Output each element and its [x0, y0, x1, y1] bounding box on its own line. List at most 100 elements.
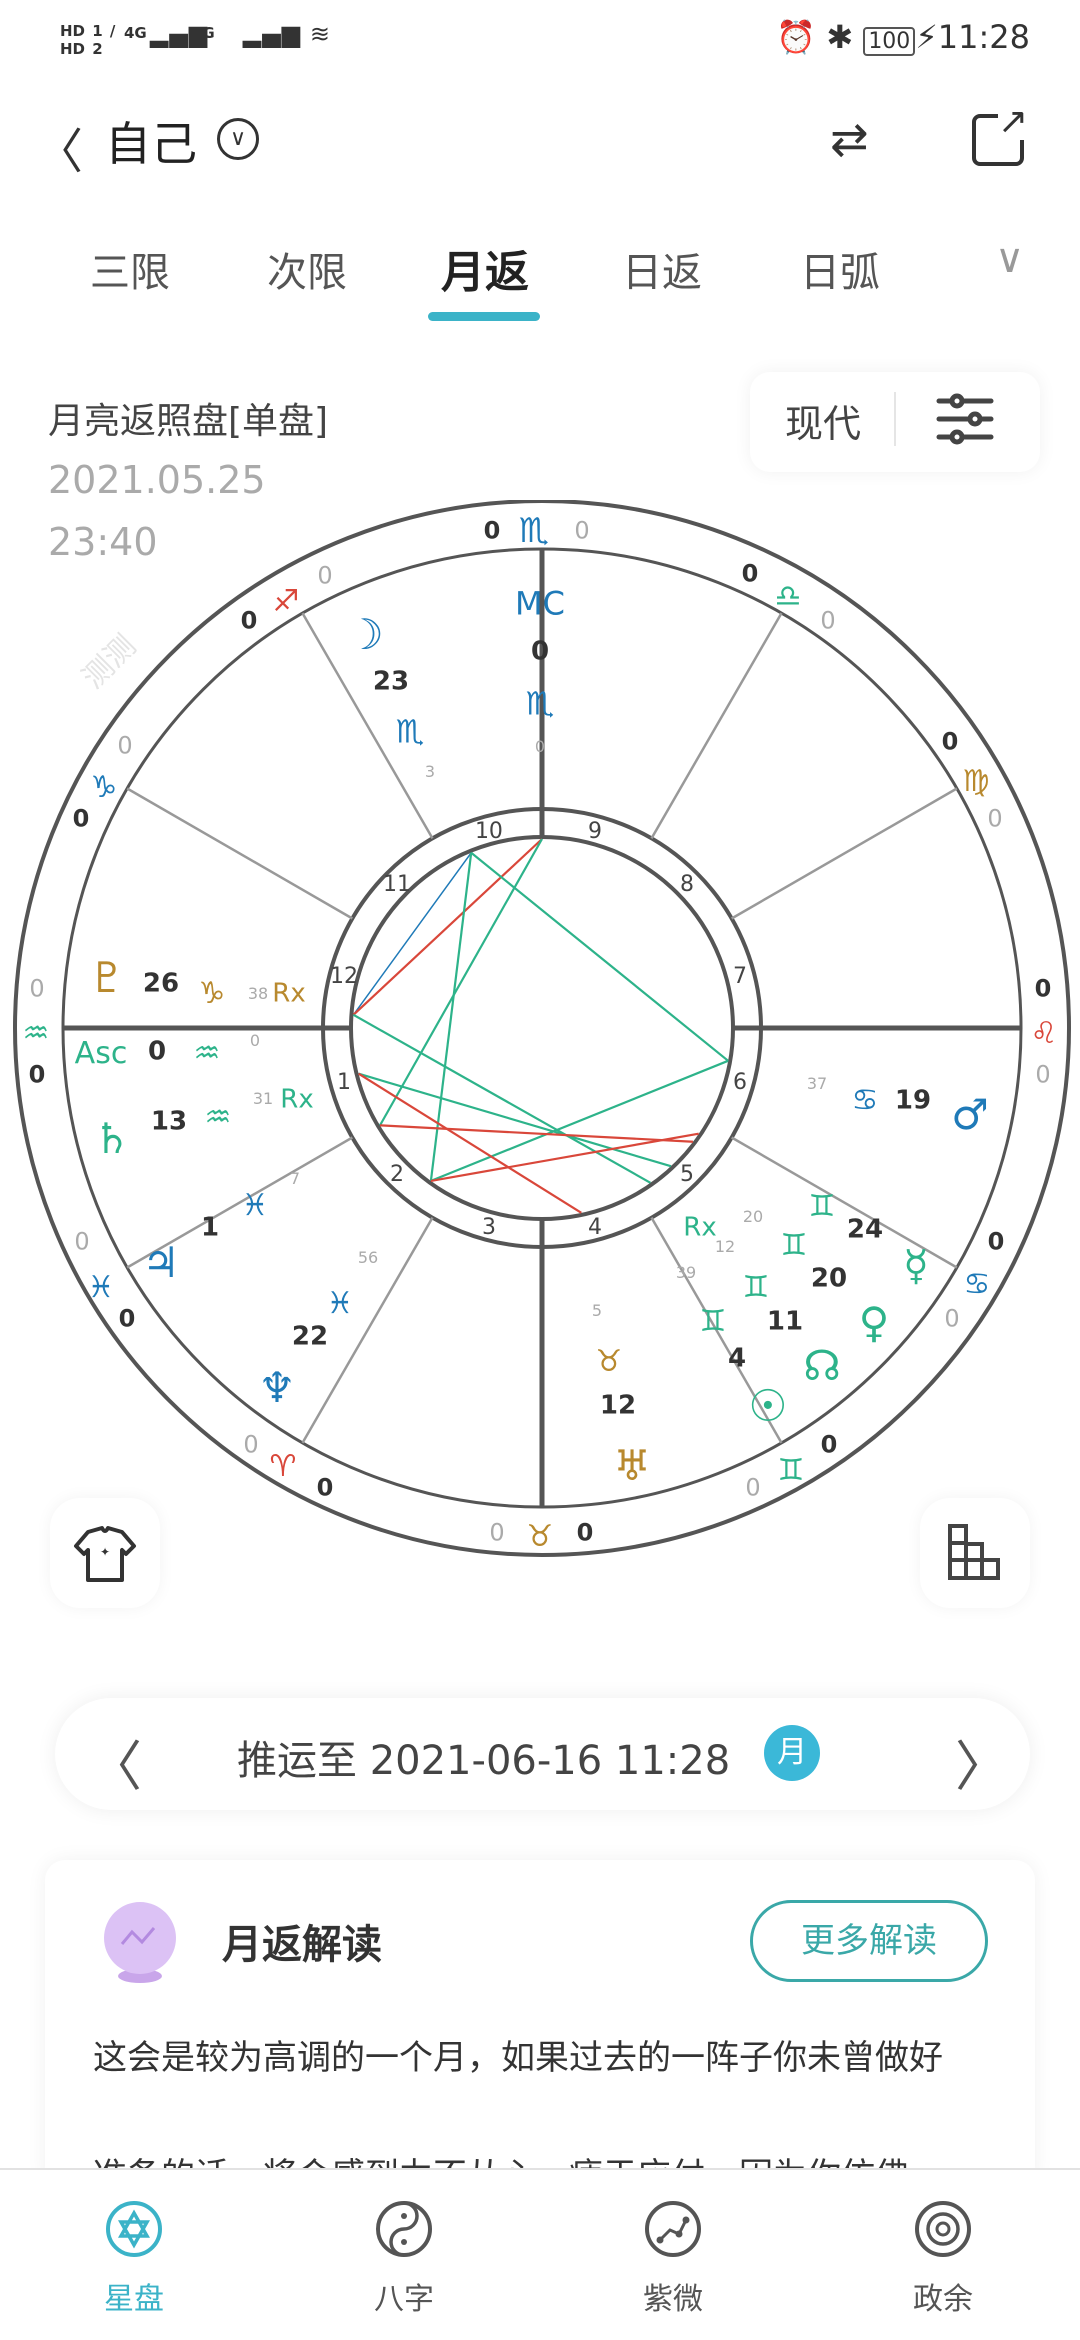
degree-label: 0	[574, 517, 589, 545]
glyph-label: ♌︎	[1031, 1016, 1058, 1051]
tab-cixian[interactable]: 次限	[267, 240, 347, 298]
glyph-label: ♅︎	[613, 1441, 651, 1490]
degree-label: 0	[241, 607, 258, 635]
glyph-label: ♋︎	[964, 1267, 991, 1302]
house-number: 9	[588, 819, 602, 844]
glyph-label: ♏︎	[526, 685, 555, 723]
watermark: 测测	[76, 628, 143, 695]
degree-label: 0	[535, 737, 545, 756]
transit-date[interactable]: 推运至 2021-06-16 11:28	[237, 1728, 730, 1786]
glyph-label: Rx	[683, 1212, 716, 1242]
degree-label: 1	[201, 1212, 219, 1242]
settings-sliders-icon[interactable]	[935, 392, 995, 446]
house-number: 4	[588, 1215, 602, 1240]
degree-label: 5	[592, 1301, 602, 1320]
chart-date: 2021.05.25	[48, 458, 266, 502]
degree-label: 20	[811, 1263, 847, 1293]
degree-label: 0	[484, 517, 501, 545]
degree-label: 0	[988, 1228, 1005, 1256]
degree-label: 0	[317, 562, 332, 590]
theme-button[interactable]: ✦	[50, 1498, 160, 1608]
degree-label: 0	[243, 1431, 258, 1459]
house-cusp	[126, 787, 353, 920]
degree-label: 31	[253, 1089, 273, 1108]
tshirt-icon: ✦	[74, 1526, 136, 1582]
next-period-button[interactable]: 〉	[955, 1722, 1009, 1801]
nav-label: 政余	[913, 2282, 973, 2317]
degree-label: 0	[317, 1474, 334, 1502]
chevron-down-icon: ∨	[995, 236, 1025, 282]
nav-bazi[interactable]: 八字	[324, 2200, 484, 2318]
constellation-icon	[645, 2201, 701, 2257]
divider	[894, 392, 896, 446]
degree-label: 0	[944, 1305, 959, 1333]
glyph-label: ♒︎	[194, 1036, 221, 1071]
glyph-label: Asc	[75, 1036, 128, 1071]
chart-wheel: 123 456789101112测测♏︎0 0♐︎00♎︎00♑︎00♍︎00♒︎0…	[13, 500, 1071, 1557]
tabs-expand-button[interactable]: ∨	[995, 236, 1024, 282]
degree-label: 0	[942, 728, 959, 756]
degree-label: 23	[373, 666, 409, 696]
glyph-label: ♍︎	[963, 764, 990, 799]
swap-button[interactable]: ⇄	[830, 112, 869, 166]
nav-label: 星盘	[104, 2282, 164, 2317]
nav-label: 八字	[374, 2282, 434, 2317]
nav-xingpan[interactable]: 星盘	[54, 2200, 214, 2318]
glyph-label: ♆︎	[258, 1363, 296, 1412]
sim-indicator: HD 1 / HD 2	[60, 22, 116, 58]
profile-name[interactable]: 自己	[105, 108, 197, 174]
layout-button[interactable]	[920, 1498, 1030, 1608]
stairs-grid-icon	[948, 1524, 1000, 1580]
glyph-label: ♓︎	[88, 1270, 115, 1305]
degree-label: 0	[745, 1474, 760, 1502]
glyph-label: MC	[515, 585, 565, 623]
star-chart-icon	[106, 2201, 162, 2257]
degree-label: 0	[250, 1031, 260, 1050]
glyph-label: ♉︎	[527, 1519, 554, 1554]
period-badge[interactable]: 月	[764, 1725, 820, 1781]
house-number: 1	[337, 1070, 351, 1095]
degree-label: 0	[1035, 975, 1052, 1003]
tab-rifan[interactable]: 日返	[622, 240, 702, 298]
nav-zhengyu[interactable]: 政余	[863, 2200, 1023, 2318]
degree-label: 0	[820, 607, 835, 635]
tab-rihu[interactable]: 日弧	[800, 240, 880, 298]
back-button[interactable]: 〈	[35, 112, 83, 182]
degree-label: 19	[895, 1085, 931, 1115]
degree-label: 0	[117, 732, 132, 760]
prev-period-button[interactable]: 〈	[88, 1722, 142, 1801]
degree-label: 26	[143, 968, 179, 998]
degree-label: 0	[742, 560, 759, 588]
house-number: 10	[475, 819, 503, 844]
svg-text:✦: ✦	[100, 1545, 110, 1559]
glyph-label: ♓︎	[242, 1188, 269, 1223]
glyph-label: ♀︎	[859, 1298, 890, 1347]
reading-line: 这会是较为高调的一个月，如果过去的一阵子你未曾做好	[93, 2038, 943, 2078]
glyph-label: ☽︎	[346, 610, 384, 659]
swap-icon: ⇄	[830, 112, 869, 166]
degree-label: 56	[358, 1248, 378, 1267]
glyph-label: ☊︎	[803, 1341, 840, 1390]
degree-label: 37	[807, 1074, 827, 1093]
degree-label: 0	[74, 1228, 89, 1256]
profile-dropdown-button[interactable]: ∨	[217, 118, 259, 160]
glyph-label: ♈︎	[270, 1449, 297, 1484]
more-reading-button[interactable]: 更多解读	[750, 1900, 988, 1982]
tab-sanxian[interactable]: 三限	[90, 240, 170, 298]
house-number: 12	[330, 964, 358, 989]
house-cusp	[650, 612, 783, 839]
glyph-label: ♊︎	[700, 1304, 727, 1339]
degree-label: 0	[821, 1431, 838, 1459]
share-button[interactable]: ↗	[972, 104, 1028, 166]
house-number: 3	[482, 1215, 496, 1240]
degree-label: 0	[29, 975, 44, 1003]
battery-indicator: 100	[863, 27, 916, 56]
mode-selector[interactable]: 现代	[785, 393, 861, 448]
dial-icon	[915, 2201, 971, 2257]
degree-label: 39	[676, 1263, 696, 1282]
chart-title: 月亮返照盘[单盘]	[48, 401, 329, 442]
glyph-label: ♎︎	[775, 579, 802, 614]
tab-yuefan[interactable]: 月返	[441, 236, 529, 300]
nav-ziwei[interactable]: 紫微	[593, 2200, 753, 2318]
glyph-label: ♏︎	[396, 713, 425, 751]
